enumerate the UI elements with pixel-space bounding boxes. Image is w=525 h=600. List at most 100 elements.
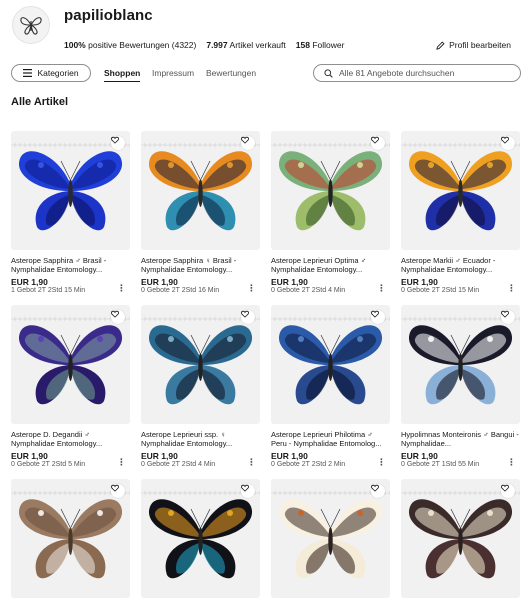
menu-icon (23, 69, 33, 77)
item-title[interactable]: Asterope D. Degandii ♂ Nymphalidae Entom… (11, 430, 130, 448)
sold-stat: 7.997 Artikel verkauft (206, 40, 285, 50)
item-price: EUR 1,90 (141, 277, 178, 287)
more-options-icon[interactable]: ⋮ (377, 283, 386, 294)
more-options-icon[interactable]: ⋮ (507, 457, 516, 468)
followers-label: Follower (312, 40, 345, 50)
butterfly-specimen-image (401, 143, 520, 231)
watchlist-button[interactable] (111, 136, 125, 150)
item-title[interactable]: Asterope Leprieuri ssp. ♀ Nymphalidae En… (141, 430, 260, 448)
tab-bewertungen[interactable]: Bewertungen (206, 68, 256, 78)
watchlist-button[interactable] (111, 310, 125, 324)
heart-icon (501, 310, 509, 318)
item-title[interactable]: Hypolimnas Monteironis ♂ Bangui - Nympha… (401, 430, 520, 448)
more-options-icon[interactable]: ⋮ (507, 283, 516, 294)
more-options-icon[interactable]: ⋮ (117, 283, 126, 294)
item-bid-time: 0 Gebote 2T 2Std 2 Min (271, 461, 346, 468)
butterfly-specimen-image (11, 143, 130, 231)
edit-profile-button[interactable]: Profil bearbeiten (436, 40, 511, 50)
item-bid-time: 0 Gebote 2T 2Std 5 Min (11, 461, 86, 468)
item-bid-time: 0 Gebote 2T 2Std 4 Min (141, 461, 216, 468)
search-icon (324, 68, 333, 78)
followers-stat: 158 Follower (296, 40, 345, 50)
item-bid-time: 0 Gebote 2T 2Std 15 Min (401, 287, 480, 294)
item-title[interactable]: Asterope Leprieuri Philotima ♂ Peru - Ny… (271, 430, 390, 448)
item-title[interactable]: Asterope Sapphira ♂ Brasil - Nymphalidae… (11, 256, 130, 274)
butterfly-specimen-image (271, 491, 390, 579)
heart-icon (241, 484, 249, 492)
more-options-icon[interactable]: ⋮ (247, 283, 256, 294)
butterfly-specimen-image (11, 317, 130, 405)
heart-icon (111, 484, 119, 492)
heart-icon (111, 136, 119, 144)
item-image[interactable] (271, 305, 390, 424)
item-image[interactable] (401, 131, 520, 250)
store-nav: Kategorien Shoppen Impressum Bewertungen… (0, 64, 525, 84)
watchlist-button[interactable] (371, 310, 385, 324)
butterfly-logo-icon (20, 17, 42, 35)
watchlist-button[interactable] (111, 484, 125, 498)
watchlist-button[interactable] (241, 136, 255, 150)
item-title[interactable]: Asterope Markii ♂ Ecuador - Nymphalidae … (401, 256, 520, 274)
feedback-label: positive Bewertungen (4322) (88, 40, 197, 50)
item-price: EUR 1,90 (271, 277, 308, 287)
heart-icon (241, 136, 249, 144)
store-search-input[interactable]: Alle 81 Angebote durchsuchen (313, 64, 521, 82)
tab-shoppen[interactable]: Shoppen (104, 68, 141, 82)
heart-icon (241, 310, 249, 318)
categories-label: Kategorien (37, 68, 79, 78)
item-bid-time: 0 Gebote 2T 2Std 4 Min (271, 287, 346, 294)
item-image[interactable] (11, 131, 130, 250)
watchlist-button[interactable] (241, 310, 255, 324)
butterfly-specimen-image (141, 317, 260, 405)
item-price: EUR 1,90 (11, 277, 48, 287)
heart-icon (371, 484, 379, 492)
heart-icon (111, 310, 119, 318)
item-bid-time: 0 Gebote 2T 2Std 16 Min (141, 287, 220, 294)
item-image[interactable] (11, 479, 130, 598)
feedback-stat[interactable]: 100% positive Bewertungen (4322) (64, 40, 196, 50)
watchlist-button[interactable] (241, 484, 255, 498)
store-name[interactable]: papilioblanc (64, 7, 153, 24)
sold-count: 7.997 (206, 40, 228, 50)
watchlist-button[interactable] (501, 310, 515, 324)
item-title[interactable]: Asterope Leprieuri Optima ♂ Nymphalidae … (271, 256, 390, 274)
feedback-percent: 100% (64, 40, 86, 50)
watchlist-button[interactable] (371, 484, 385, 498)
more-options-icon[interactable]: ⋮ (377, 457, 386, 468)
store-header: papilioblanc 100% positive Bewertungen (… (0, 0, 525, 60)
sold-label: Artikel verkauft (229, 40, 286, 50)
heart-icon (501, 484, 509, 492)
categories-button[interactable]: Kategorien (11, 64, 91, 82)
tab-impressum[interactable]: Impressum (152, 68, 194, 78)
item-price: EUR 1,90 (401, 451, 438, 461)
butterfly-specimen-image (141, 143, 260, 231)
watchlist-button[interactable] (501, 136, 515, 150)
item-image[interactable] (271, 131, 390, 250)
followers-count: 158 (295, 40, 310, 50)
item-title[interactable]: Asterope Sapphira ♀ Brasil - Nymphalidae… (141, 256, 260, 274)
more-options-icon[interactable]: ⋮ (247, 457, 256, 468)
watchlist-button[interactable] (501, 484, 515, 498)
store-logo[interactable] (12, 6, 50, 44)
search-placeholder: Alle 81 Angebote durchsuchen (339, 68, 455, 78)
butterfly-specimen-image (271, 317, 390, 405)
watchlist-button[interactable] (371, 136, 385, 150)
item-price: EUR 1,90 (11, 451, 48, 461)
heart-icon (371, 136, 379, 144)
butterfly-specimen-image (271, 143, 390, 231)
heart-icon (501, 136, 509, 144)
heart-icon (371, 310, 379, 318)
item-image[interactable] (141, 305, 260, 424)
store-stats: 100% positive Bewertungen (4322) 7.997 A… (64, 40, 344, 50)
item-image[interactable] (401, 305, 520, 424)
more-options-icon[interactable]: ⋮ (117, 457, 126, 468)
item-bid-time: 0 Gebote 2T 1Std 55 Min (401, 461, 480, 468)
pencil-icon (436, 40, 445, 50)
item-image[interactable] (401, 479, 520, 598)
item-bid-time: 1 Gebot 2T 2Std 15 Min (11, 287, 86, 294)
butterfly-specimen-image (141, 491, 260, 579)
item-image[interactable] (141, 479, 260, 598)
item-image[interactable] (11, 305, 130, 424)
item-image[interactable] (271, 479, 390, 598)
item-image[interactable] (141, 131, 260, 250)
